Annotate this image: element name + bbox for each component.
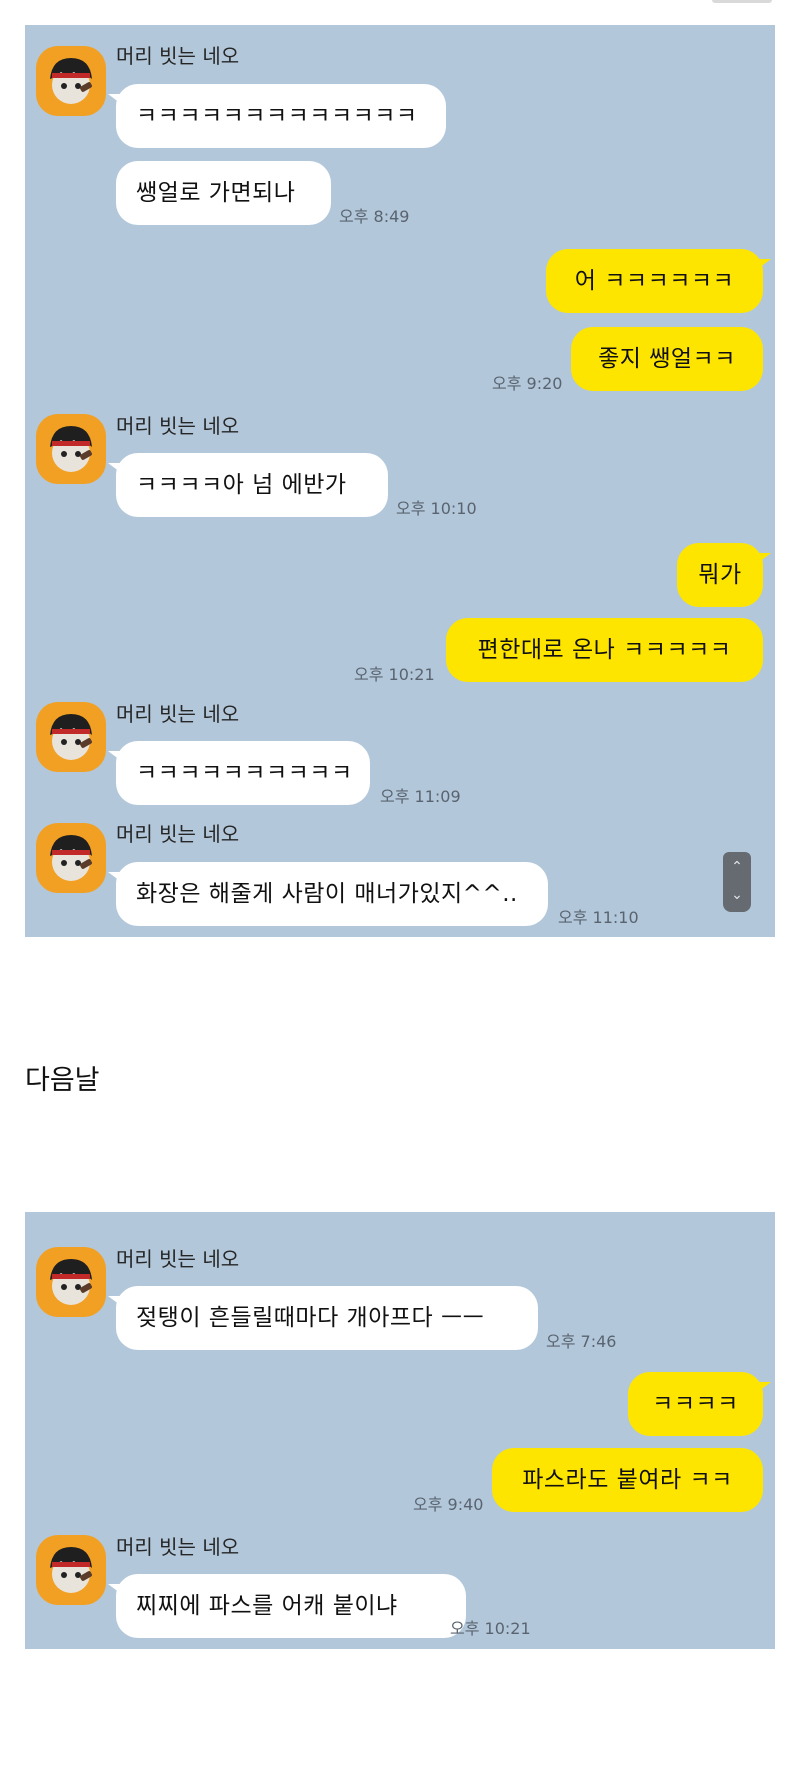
message-bubble[interactable]: ㅋㅋㅋㅋㅋㅋㅋㅋㅋㅋㅋㅋㅋ — [108, 84, 446, 148]
sender-name: 머리 빗는 네오 — [116, 44, 240, 68]
chevron-down-icon[interactable]: ⌄ — [723, 888, 751, 902]
message-bubble[interactable]: 파스라도 붙여라 ㅋㅋ — [492, 1448, 763, 1512]
neo-character-avatar-icon[interactable] — [36, 823, 106, 893]
message-time: 오후 9:40 — [413, 1495, 484, 1514]
chat-screenshot-1: 머리 빗는 네오 ㅋㅋㅋㅋㅋㅋㅋㅋㅋㅋㅋㅋㅋ 쌩얼로 가면되나 오후 8:49 … — [25, 25, 775, 937]
message-time: 오후 7:46 — [546, 1332, 617, 1351]
sender-name: 머리 빗는 네오 — [116, 702, 240, 726]
sender-name: 머리 빗는 네오 — [116, 1247, 240, 1271]
message-bubble[interactable]: 찌찌에 파스를 어캐 붙이냐 — [108, 1574, 466, 1638]
message-bubble[interactable]: 좋지 쌩얼ㅋㅋ — [571, 327, 763, 391]
sender-name: 머리 빗는 네오 — [116, 822, 240, 846]
neo-character-avatar-icon[interactable] — [36, 1535, 106, 1605]
neo-character-avatar-icon[interactable] — [36, 1247, 106, 1317]
message-time: 오후 11:10 — [558, 908, 639, 927]
message-time: 오후 9:20 — [492, 374, 563, 393]
sender-name: 머리 빗는 네오 — [116, 1535, 240, 1559]
neo-character-avatar-icon[interactable] — [36, 46, 106, 116]
message-bubble[interactable]: ㅋㅋㅋㅋ — [628, 1372, 771, 1436]
message-bubble[interactable]: 화장은 해줄게 사람이 매너가있지^^.. — [108, 862, 548, 926]
neo-character-avatar-icon[interactable] — [36, 414, 106, 484]
message-bubble[interactable]: 편한대로 온나 ㅋㅋㅋㅋㅋ — [446, 618, 763, 682]
sender-name: 머리 빗는 네오 — [116, 414, 240, 438]
neo-character-avatar-icon[interactable] — [36, 702, 106, 772]
message-bubble[interactable]: 어 ㅋㅋㅋㅋㅋㅋ — [546, 249, 771, 313]
top-tab-indicator — [712, 0, 772, 3]
message-time: 오후 11:09 — [380, 787, 461, 806]
message-bubble[interactable]: ㅋㅋㅋㅋ아 넘 에반가 — [108, 453, 388, 517]
scrollbar-thumb[interactable]: ⌃ ⌄ — [723, 852, 751, 912]
message-bubble[interactable]: 젖탱이 흔들릴때마다 개아프다 ㅡㅡ — [108, 1286, 538, 1350]
message-bubble[interactable]: 쌩얼로 가면되나 — [116, 161, 331, 225]
chevron-up-icon[interactable]: ⌃ — [723, 860, 751, 874]
day-divider-text: 다음날 — [25, 1065, 100, 1096]
message-bubble[interactable]: ㅋㅋㅋㅋㅋㅋㅋㅋㅋㅋ — [108, 741, 370, 805]
chat-screenshot-2: 머리 빗는 네오 젖탱이 흔들릴때마다 개아프다 ㅡㅡ 오후 7:46 ㅋㅋㅋㅋ… — [25, 1212, 775, 1649]
message-time: 오후 8:49 — [339, 207, 410, 226]
message-time: 오후 10:21 — [354, 665, 435, 684]
message-time: 오후 10:21 — [450, 1619, 531, 1638]
message-time: 오후 10:10 — [396, 499, 477, 518]
message-bubble[interactable]: 뭐가 — [677, 543, 771, 607]
